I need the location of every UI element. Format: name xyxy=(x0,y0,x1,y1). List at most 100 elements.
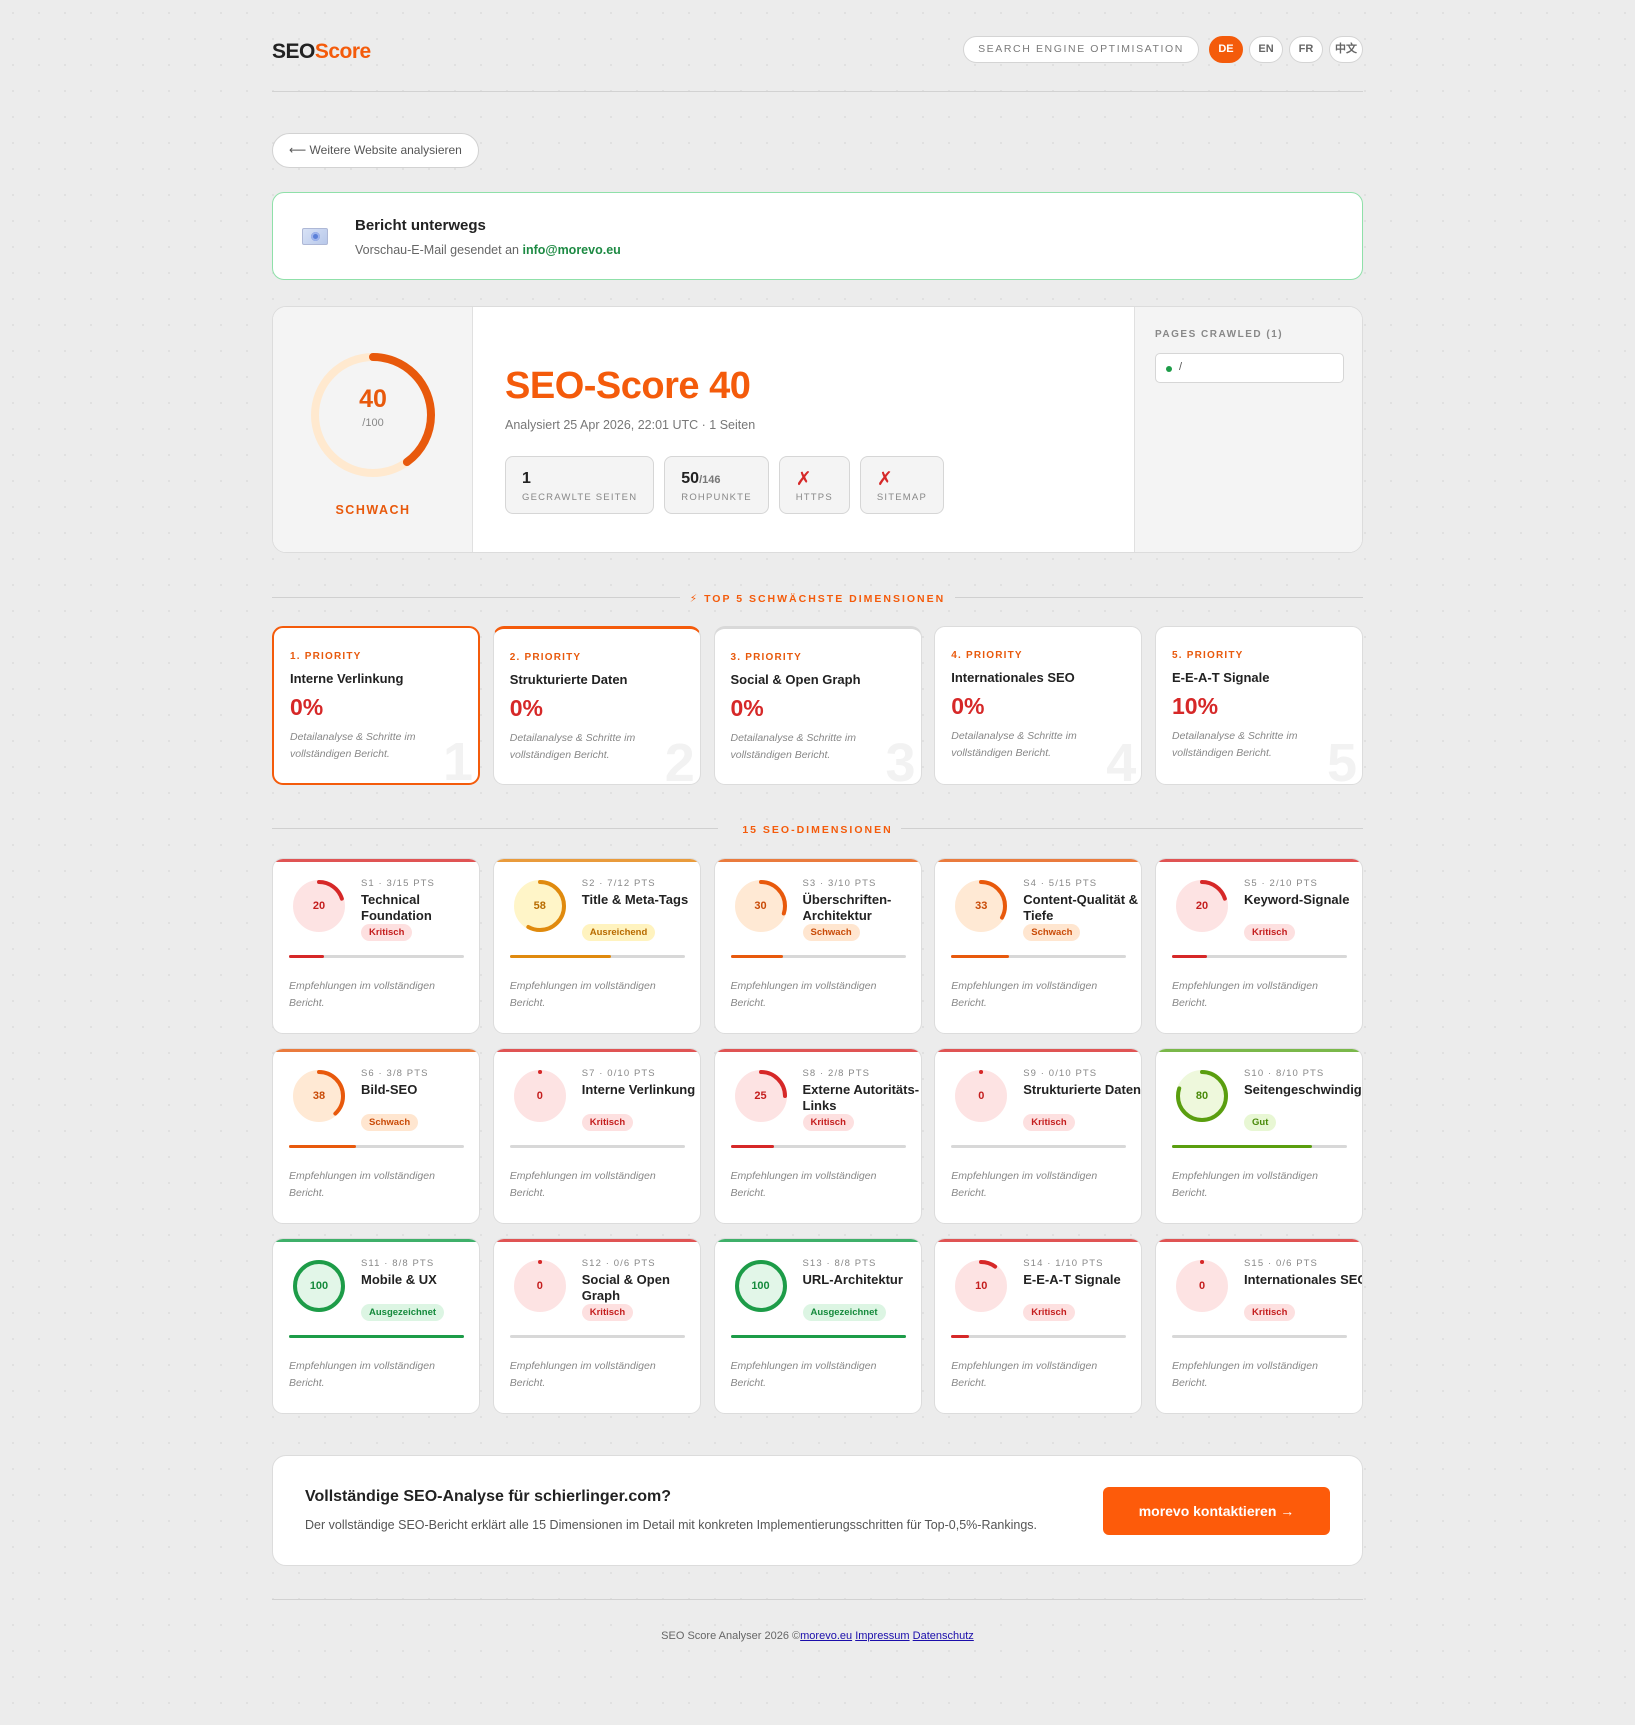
score-grade: SCHWACH xyxy=(335,503,411,517)
dimension-name: Strukturierte Daten xyxy=(1023,1082,1141,1097)
logo[interactable]: SEOScore xyxy=(272,40,371,64)
analyze-another-button[interactable]: ⟵ Weitere Website analysieren xyxy=(272,133,479,168)
footer-link-morevo[interactable]: morevo.eu xyxy=(800,1630,852,1642)
dimension-card[interactable]: 80 S10 · 8/10 PTS Seitengeschwindigkeit Gut… xyxy=(1155,1048,1363,1224)
status-badge: Schwach xyxy=(802,924,860,941)
dimension-desc: Empfehlungen im vollständigen Bericht. xyxy=(509,980,656,1009)
dimension-progress-fill xyxy=(509,955,612,958)
stat-value-suffix: /146 xyxy=(699,474,721,486)
dimension-score: 38 xyxy=(312,1090,326,1102)
dimension-card[interactable]: 20 S5 · 2/10 PTS Keyword-Signale Kritisch Em… xyxy=(1155,858,1363,1034)
dimension-progress-bar xyxy=(289,955,464,958)
priority-desc: Detailanalyse & Schritte im vollständige… xyxy=(1172,730,1298,759)
header-divider xyxy=(272,91,1363,92)
dimension-score: 80 xyxy=(1195,1090,1209,1102)
dimension-meta: S4 · 5/15 PTS xyxy=(1023,878,1098,889)
stat-label: ROHPUNKTE xyxy=(681,492,752,503)
dimension-card[interactable]: 25 S8 · 2/8 PTS Externe Autoritäts-Links Kr… xyxy=(713,1048,922,1224)
footer-link-datenschutz[interactable]: Datenschutz xyxy=(913,1630,974,1642)
priority-desc: Detailanalyse & Schritte im vollständige… xyxy=(290,731,416,760)
priority-desc: Detailanalyse & Schritte im vollständige… xyxy=(730,732,856,761)
lang-de-button[interactable]: DE xyxy=(1209,36,1243,63)
priority-name: Social & Open Graph xyxy=(730,672,861,687)
priority-card[interactable]: 5. PRIORITY E-E-A-T Signale 10% Detailanaly… xyxy=(1155,626,1363,785)
stat-value: 50/146 xyxy=(681,470,751,489)
dimension-card[interactable]: 100 S11 · 8/8 PTS Mobile & UX Ausgezeichnet… xyxy=(272,1238,480,1414)
stat-value-number: ✗ xyxy=(795,469,812,490)
dimension-progress-fill xyxy=(730,1335,906,1338)
stat-label: HTTPS xyxy=(795,492,833,503)
dimension-meta: S15 · 0/6 PTS xyxy=(1244,1258,1318,1269)
crawled-page-path: / xyxy=(1179,361,1183,373)
dimension-name: Interne Verlinkung xyxy=(581,1082,696,1097)
crawled-page-item[interactable]: / xyxy=(1155,353,1344,383)
lang-zh-button[interactable]: 中文 xyxy=(1329,36,1363,63)
logo-part-score: Score xyxy=(314,40,371,63)
dimension-card[interactable]: 38 S6 · 3/8 PTS Bild-SEO Schwach Empfehlunge… xyxy=(272,1048,480,1224)
dimension-card[interactable]: 20 S1 · 3/15 PTS Technical Foundation Kriti… xyxy=(272,858,480,1034)
priority-percent: 0% xyxy=(730,695,764,721)
dimension-name: Technical Foundation xyxy=(361,892,432,923)
header-right: SEARCH ENGINE OPTIMISATION DE EN FR 中文 xyxy=(963,36,1363,63)
priority-label: 3. PRIORITY xyxy=(730,652,803,663)
dimension-score: 0 xyxy=(536,1280,543,1292)
priority-desc: Detailanalyse & Schritte im vollständige… xyxy=(951,730,1077,759)
dimension-card[interactable]: 10 S14 · 1/10 PTS E-E-A-T Signale Kritisch E… xyxy=(934,1238,1143,1414)
dimension-name: Content-Qualität & Tiefe xyxy=(1023,892,1139,923)
lang-fr-button[interactable]: FR xyxy=(1289,36,1323,63)
priority-number-watermark: 4 xyxy=(1106,733,1137,785)
dimension-desc: Empfehlungen im vollständigen Bericht. xyxy=(730,1170,877,1199)
dimension-meta: S14 · 1/10 PTS xyxy=(1023,1258,1104,1269)
cross-icon: ✗ xyxy=(877,470,927,489)
lang-en-button[interactable]: EN xyxy=(1249,36,1283,63)
priority-card[interactable]: 3. PRIORITY Social & Open Graph 0% Detailan… xyxy=(713,626,922,785)
priority-card[interactable]: 4. PRIORITY Internationales SEO 0% Detailan… xyxy=(934,626,1143,785)
dimension-progress-bar xyxy=(951,1335,1127,1338)
dimension-desc: Empfehlungen im vollständigen Bericht. xyxy=(730,1360,877,1389)
stat-value-number: 50 xyxy=(681,470,700,487)
dimension-card[interactable]: 30 S3 · 3/10 PTS Überschriften-Architektur… xyxy=(713,858,922,1034)
dimension-card[interactable]: 0 S7 · 0/10 PTS Interne Verlinkung Kritisch… xyxy=(492,1048,701,1224)
topic-pill: SEARCH ENGINE OPTIMISATION xyxy=(963,36,1199,63)
notice-title: Bericht unterwegs xyxy=(355,217,486,234)
dimension-meta: S1 · 3/15 PTS xyxy=(361,878,435,889)
dimension-score: 0 xyxy=(536,1090,543,1102)
priority-name: E-E-A-T Signale xyxy=(1172,670,1270,685)
priority-label: 2. PRIORITY xyxy=(509,652,582,663)
dimension-card[interactable]: 58 S2 · 7/12 PTS Title & Meta-Tags Ausreich… xyxy=(492,858,701,1034)
priority-label: 1. PRIORITY xyxy=(290,651,362,662)
dimension-card[interactable]: 0 S15 · 0/6 PTS Internationales SEO Kritisc… xyxy=(1155,1238,1363,1414)
dimension-meta: S3 · 3/10 PTS xyxy=(802,878,877,889)
priority-card[interactable]: 1. PRIORITY Interne Verlinkung 0% Detailana… xyxy=(272,626,480,785)
dimensions-heading: 15 SEO-DIMENSIONEN xyxy=(742,824,893,836)
dimension-meta: S2 · 7/12 PTS xyxy=(581,878,656,889)
dimension-card[interactable]: 0 S12 · 0/6 PTS Social & Open Graph Kritisc… xyxy=(492,1238,701,1414)
top5-heading: ⚡ TOP 5 SCHWÄCHSTE DIMENSIONEN xyxy=(689,593,946,605)
priority-card[interactable]: 2. PRIORITY Strukturierte Daten 0% Detailan… xyxy=(492,626,701,785)
status-badge: Schwach xyxy=(361,1114,419,1131)
cta-title: Vollständige SEO-Analyse für schierlinge… xyxy=(305,1488,672,1505)
notice-email-link[interactable]: info@morevo.eu xyxy=(522,243,620,257)
dimension-progress-fill xyxy=(951,955,1009,958)
dimension-card[interactable]: 100 S13 · 8/8 PTS URL-Architektur Ausgezeic… xyxy=(713,1238,922,1414)
stats-row: 1 GECRAWLTE SEITEN 50/146 ROHPUNKTE ✗ HTTPS ✗ S… xyxy=(505,456,944,514)
dimension-progress-fill xyxy=(289,1145,356,1148)
divider-line xyxy=(272,597,680,598)
dimension-meta: S12 · 0/6 PTS xyxy=(581,1258,656,1269)
dimension-card[interactable]: 0 S9 · 0/10 PTS Strukturierte Daten Kritisc… xyxy=(934,1048,1143,1224)
dimension-desc: Empfehlungen im vollständigen Bericht. xyxy=(951,980,1098,1009)
contact-button[interactable]: morevo kontaktieren → xyxy=(1103,1487,1330,1535)
priority-percent: 0% xyxy=(290,694,324,720)
stat-gecrawlte-seiten: 1 GECRAWLTE SEITEN xyxy=(505,456,655,514)
status-dot-icon xyxy=(1166,366,1172,372)
stat-label: GECRAWLTE SEITEN xyxy=(522,492,638,503)
dimension-progress-bar xyxy=(951,955,1127,958)
dimension-desc: Empfehlungen im vollständigen Bericht. xyxy=(951,1170,1098,1199)
top5-section-title: ⚡ TOP 5 SCHWÄCHSTE DIMENSIONEN xyxy=(272,589,1363,605)
dimension-score: 25 xyxy=(754,1090,767,1102)
dimension-progress-bar xyxy=(509,1335,685,1338)
footer-link-impressum[interactable]: Impressum xyxy=(855,1630,909,1642)
notice-text-label: Vorschau-E-Mail gesendet an xyxy=(355,243,519,257)
dimension-card[interactable]: 33 S4 · 5/15 PTS Content-Qualität & Tiefe S… xyxy=(934,858,1143,1034)
dimension-progress-bar xyxy=(509,955,685,958)
